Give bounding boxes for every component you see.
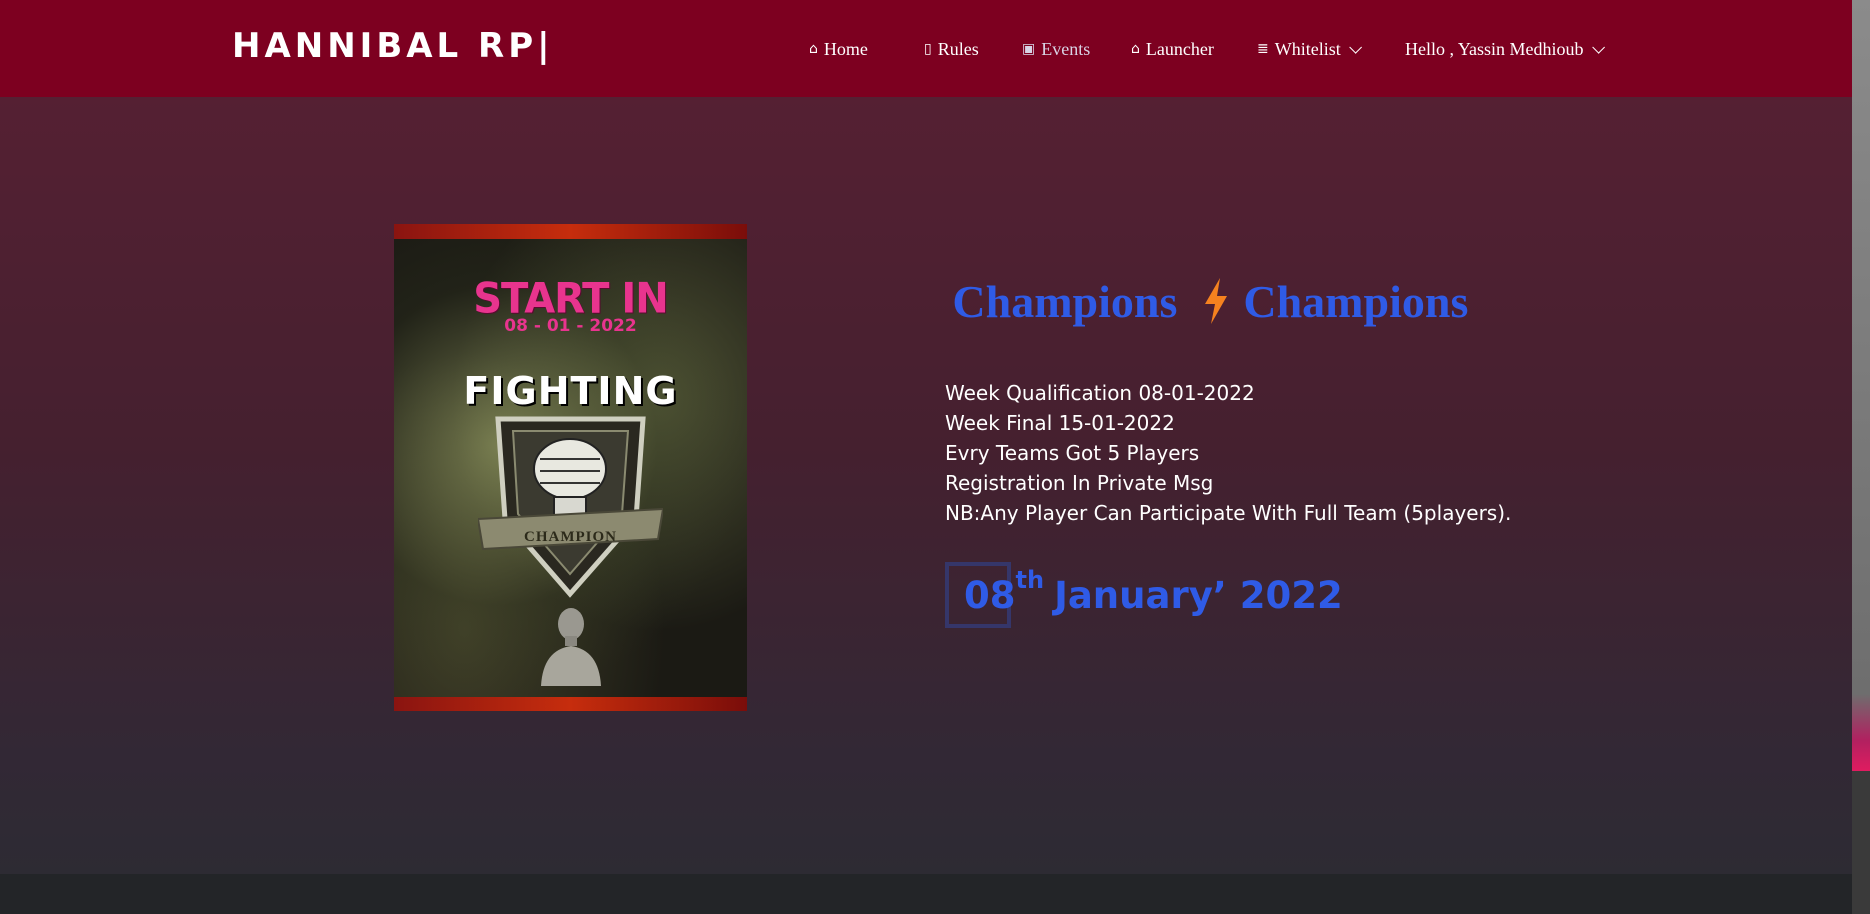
nav-home-label: Home	[823, 38, 868, 59]
scrollbar-thumb[interactable]	[1852, 0, 1870, 771]
nav-user-menu[interactable]: Hello , Yassin Medhioub	[1405, 36, 1605, 62]
nav-rules[interactable]: ▯ Rules	[924, 36, 979, 62]
event-date-rest: January’ 2022	[1054, 573, 1343, 617]
detail-line: Registration In Private Msg	[945, 471, 1214, 495]
detail-line: NB:Any Player Can Participate With Full …	[945, 501, 1512, 525]
footer	[0, 874, 1852, 914]
event-date: 08th January’ 2022	[945, 562, 1343, 628]
event-title-marquee: ght Champions Champions	[945, 275, 1615, 335]
event-poster: START IN 08 - 01 - 2022 FIGHTING CHAMPIO…	[394, 224, 747, 711]
detail-line: Week Final 15-01-2022	[945, 411, 1175, 435]
event-title-partial: ght Champions	[945, 276, 1178, 327]
poster-champion-text: CHAMPION	[524, 529, 617, 545]
calendar-check-icon: ▣	[1022, 41, 1036, 57]
detail-line: Evry Teams Got 5 Players	[945, 441, 1200, 465]
poster-start-date: 08 - 01 - 2022	[504, 316, 637, 336]
nav-home[interactable]: ⌂ Home	[809, 36, 868, 62]
nav-rules-label: Rules	[937, 38, 979, 59]
nav-events[interactable]: ▣ Events	[1022, 36, 1090, 62]
launcher-icon: ⌂	[1131, 41, 1140, 57]
event-title: Champions	[1243, 276, 1469, 327]
home-icon: ⌂	[809, 41, 818, 57]
user-greeting: Hello , Yassin Medhioub	[1405, 38, 1584, 59]
nav-launcher[interactable]: ⌂ Launcher	[1131, 36, 1214, 62]
whitelist-icon: ≣	[1257, 41, 1269, 57]
nav-launcher-label: Launcher	[1145, 38, 1214, 59]
main-section	[0, 97, 1852, 874]
bolt-icon	[1203, 277, 1229, 335]
poster-top-band	[394, 224, 747, 239]
bust-statue-icon	[541, 608, 601, 686]
chevron-down-icon	[1591, 40, 1605, 54]
nav-events-label: Events	[1041, 38, 1091, 59]
top-navbar: HANNIBAL RP| ⌂ Home ▯ Rules ▣ Events ⌂ L…	[0, 0, 1852, 97]
nav-whitelist[interactable]: ≣ Whitelist	[1257, 36, 1362, 62]
poster-bottom-band	[394, 697, 747, 711]
detail-line: Week Qualification 08-01-2022	[945, 381, 1255, 405]
shield-fist-icon	[478, 416, 663, 598]
event-details: Week Qualification 08-01-2022 Week Final…	[945, 378, 1511, 528]
rules-icon: ▯	[924, 41, 932, 57]
nav-whitelist-label: Whitelist	[1274, 38, 1341, 59]
chevron-down-icon	[1348, 40, 1362, 54]
event-date-day: 08	[964, 573, 1016, 617]
brand-logo[interactable]: HANNIBAL RP|	[232, 26, 554, 66]
event-date-suffix: th	[1015, 566, 1045, 594]
